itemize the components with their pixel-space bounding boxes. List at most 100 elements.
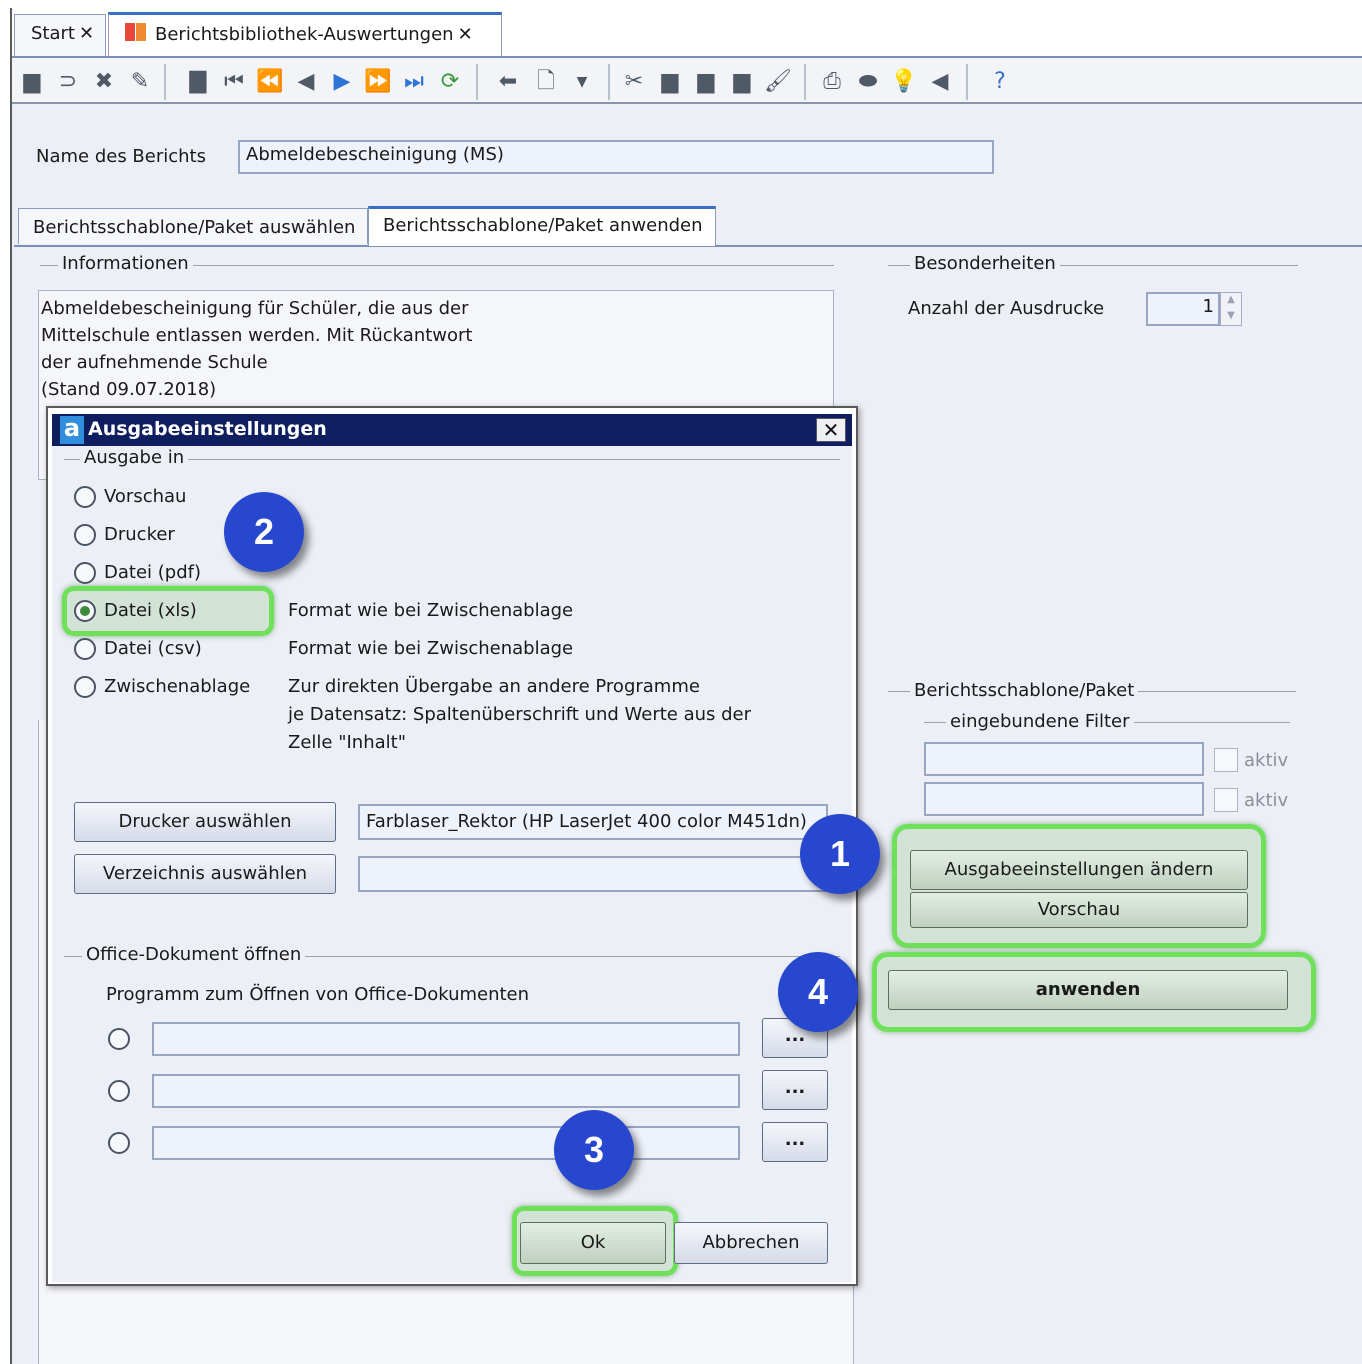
filter-field-2[interactable] <box>924 782 1204 816</box>
print-icon[interactable]: ⎙ <box>818 68 846 96</box>
option-label: Vorschau <box>104 486 187 507</box>
close-icon[interactable]: ✕ <box>79 23 94 44</box>
subtab-select-template[interactable]: Berichtsschablone/Paket auswählen <box>18 208 368 244</box>
radio-drucker[interactable] <box>74 524 96 546</box>
back-arrow-icon[interactable]: ⬅ <box>494 68 522 96</box>
copy-record-icon[interactable]: ▇ <box>184 68 212 96</box>
besonderheiten-group-title: Besonderheiten <box>910 253 1060 274</box>
help-icon[interactable]: ? <box>986 68 1014 96</box>
option-description: Zelle "Inhalt" <box>288 732 406 753</box>
close-icon[interactable]: ✕ <box>458 24 473 45</box>
tab-label: Start <box>31 23 75 44</box>
filter-field-1[interactable] <box>924 742 1204 776</box>
last-icon[interactable]: ⏭ <box>400 68 428 96</box>
option-description: Format wie bei Zwischenablage <box>288 600 574 621</box>
dropdown-icon[interactable]: ▼ <box>568 68 596 96</box>
office-group-title: Office-Dokument öffnen <box>82 944 306 965</box>
clear-icon[interactable]: ◀ <box>926 68 954 96</box>
step-badge-2: 2 <box>224 492 304 572</box>
toolbar-separator <box>966 64 968 100</box>
info-line: der aufnehmende Schule <box>41 352 268 373</box>
app-logo-icon: a <box>60 416 84 444</box>
option-description: Format wie bei Zwischenablage <box>288 638 574 659</box>
toolbar-separator <box>804 64 806 100</box>
apply-button[interactable]: anwenden <box>888 970 1288 1010</box>
paste-icon[interactable]: ▆ <box>692 68 720 96</box>
info-group-title: Informationen <box>58 253 193 274</box>
delete-icon[interactable]: ✖ <box>90 68 118 96</box>
fast-back-icon[interactable]: ⏪ <box>256 68 284 96</box>
cancel-button[interactable]: Abbrechen <box>674 1222 828 1264</box>
copies-stepper[interactable]: ▲ ▼ <box>1220 292 1242 326</box>
filter-active-checkbox-2[interactable] <box>1214 788 1238 812</box>
office-program-field-1[interactable] <box>152 1022 740 1056</box>
radio-office-program-1[interactable] <box>108 1028 130 1050</box>
option-description: Zur direkten Übergabe an andere Programm… <box>288 676 700 697</box>
option-description: je Datensatz: Spaltenüberschrift und Wer… <box>288 704 752 725</box>
edit-icon[interactable]: ✎ <box>126 68 154 96</box>
undo-icon[interactable]: ⊃ <box>54 68 82 96</box>
new-document-icon[interactable]: 🗋 <box>532 68 560 96</box>
printer-field[interactable]: Farblaser_Rektor (HP LaserJet 400 color … <box>358 804 828 840</box>
preview-button[interactable]: Vorschau <box>910 892 1248 928</box>
format-painter-icon[interactable]: 🖌 <box>764 68 792 96</box>
step-badge-1: 1 <box>800 814 880 894</box>
save-icon[interactable]: ▆ <box>18 68 46 96</box>
subtab-apply-template[interactable]: Berichtsschablone/Paket anwenden <box>368 206 716 246</box>
radio-csv[interactable] <box>74 638 96 660</box>
office-program-field-2[interactable] <box>152 1074 740 1108</box>
paket-group-title: Berichtsschablone/Paket <box>910 680 1139 701</box>
filter-group-title: eingebundene Filter <box>946 711 1134 732</box>
radio-clipboard[interactable] <box>74 676 96 698</box>
filter-active-checkbox-1[interactable] <box>1214 748 1238 772</box>
select-printer-button[interactable]: Drucker auswählen <box>74 802 336 842</box>
option-label: Datei (csv) <box>104 638 202 659</box>
copies-label: Anzahl der Ausdrucke <box>908 298 1105 319</box>
refresh-icon[interactable]: ⟳ <box>436 68 464 96</box>
filter-active-label: aktiv <box>1244 790 1289 811</box>
forward-icon[interactable]: ▶ <box>328 68 356 96</box>
office-program-field-3[interactable] <box>152 1126 740 1160</box>
radio-vorschau[interactable] <box>74 486 96 508</box>
fast-forward-icon[interactable]: ⏩ <box>364 68 392 96</box>
hint-icon[interactable]: 💡 <box>890 68 918 96</box>
filter-active-label: aktiv <box>1244 750 1289 771</box>
option-label: Datei (pdf) <box>104 562 201 583</box>
report-name-label: Name des Berichts <box>36 146 206 167</box>
copies-input[interactable]: 1 <box>1146 292 1220 326</box>
tab-berichtsbibliothek[interactable]: Berichtsbibliothek-Auswertungen ✕ <box>108 12 502 56</box>
cut-icon[interactable]: ✂ <box>620 68 648 96</box>
report-name-field[interactable]: Abmeldebescheinigung (MS) <box>238 140 994 174</box>
tab-start[interactable]: Start ✕ <box>14 14 106 56</box>
step-badge-3: 3 <box>554 1110 634 1190</box>
radio-pdf[interactable] <box>74 562 96 584</box>
toolbar-separator <box>164 64 166 100</box>
radio-office-program-2[interactable] <box>108 1080 130 1102</box>
back-icon[interactable]: ◀ <box>292 68 320 96</box>
radio-office-program-3[interactable] <box>108 1132 130 1154</box>
paste-special-icon[interactable]: ▆ <box>728 68 756 96</box>
step-badge-4: 4 <box>778 952 858 1032</box>
preview-icon[interactable]: ⬬ <box>854 68 882 96</box>
first-icon[interactable]: ⏮ <box>220 68 248 96</box>
output-group-title: Ausgabe in <box>80 447 189 468</box>
close-icon[interactable]: ✕ <box>816 418 846 442</box>
toolbar-separator <box>608 64 610 100</box>
browse-button-2[interactable]: ... <box>762 1070 828 1110</box>
radio-xls[interactable] <box>74 600 96 622</box>
chevron-up-icon[interactable]: ▲ <box>1221 293 1241 309</box>
office-prompt: Programm zum Öffnen von Office-Dokumente… <box>106 984 530 1005</box>
tab-label: Berichtsbibliothek-Auswertungen <box>155 24 454 45</box>
browse-button-3[interactable]: ... <box>762 1122 828 1162</box>
directory-field[interactable] <box>358 856 828 892</box>
select-directory-button[interactable]: Verzeichnis auswählen <box>74 854 336 894</box>
list-panel <box>38 1286 854 1364</box>
ok-button[interactable]: Ok <box>520 1222 666 1264</box>
info-line: Mittelschule entlassen werden. Mit Rücka… <box>41 325 473 346</box>
option-label: Zwischenablage <box>104 676 251 697</box>
chevron-down-icon[interactable]: ▼ <box>1221 309 1241 325</box>
toolbar: ▆ ⊃ ✖ ✎ ▇ ⏮ ⏪ ◀ ▶ ⏩ ⏭ ⟳ ⬅ 🗋 ▼ ✂ ▆ ▆ ▆ 🖌 … <box>12 58 1362 104</box>
change-output-settings-button[interactable]: Ausgabeeinstellungen ändern <box>910 850 1248 890</box>
copy-icon[interactable]: ▆ <box>656 68 684 96</box>
info-line: (Stand 09.07.2018) <box>41 379 217 400</box>
